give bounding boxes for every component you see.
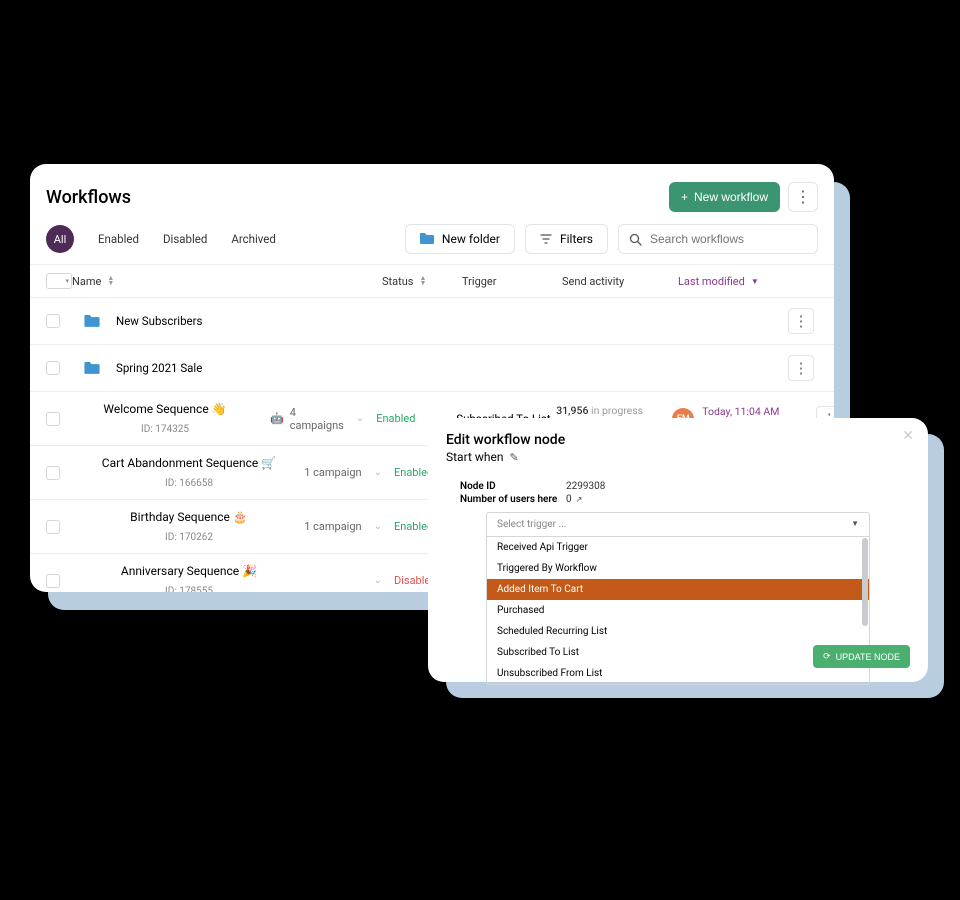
modal-title: Edit workflow node	[446, 432, 910, 448]
tab-archived[interactable]: Archived	[219, 226, 288, 252]
folder-row[interactable]: Spring 2021 Sale ⋮	[30, 345, 834, 392]
tab-enabled[interactable]: Enabled	[86, 226, 151, 252]
new-folder-label: New folder	[442, 232, 500, 246]
workflow-name: Cart Abandonment Sequence 🛒	[102, 456, 276, 470]
users-value[interactable]: 0 ↗	[566, 494, 582, 505]
folder-row[interactable]: New Subscribers ⋮	[30, 298, 834, 345]
new-workflow-button[interactable]: + New workflow	[669, 182, 780, 212]
column-modified[interactable]: Last modified ▼	[678, 275, 822, 288]
trigger-option[interactable]: Purchased	[487, 600, 869, 621]
row-checkbox[interactable]	[46, 574, 60, 588]
filter-icon	[540, 234, 552, 244]
overflow-menu-button[interactable]: ⋮	[788, 182, 818, 212]
workflow-id: ID: 174325	[141, 424, 189, 435]
folder-icon	[84, 315, 100, 328]
row-checkbox[interactable]	[46, 466, 60, 480]
workflow-name: Birthday Sequence 🎂	[130, 510, 248, 524]
column-activity: Send activity	[562, 275, 678, 288]
row-checkbox[interactable]	[46, 361, 60, 375]
select-placeholder: Select trigger ...	[497, 519, 566, 530]
column-status[interactable]: Status ▲▼	[382, 275, 462, 288]
robot-icon: 🤖	[270, 412, 284, 425]
edit-node-modal: ✕ Edit workflow node Start when ✎ Node I…	[428, 418, 928, 682]
trigger-option[interactable]: Scheduled Recurring List	[487, 621, 869, 642]
row-menu-button[interactable]: ⋮	[788, 308, 814, 334]
column-trigger: Trigger	[462, 275, 562, 288]
new-workflow-label: New workflow	[694, 190, 768, 204]
status-badge: Enabled	[376, 412, 415, 425]
folder-icon	[84, 362, 100, 375]
folder-name: Spring 2021 Sale	[116, 361, 202, 375]
chevron-down-icon: ▼	[751, 277, 759, 286]
new-folder-button[interactable]: New folder	[405, 224, 515, 254]
row-checkbox[interactable]	[46, 314, 60, 328]
page-title: Workflows	[46, 187, 131, 208]
chevron-down-icon: ▼	[851, 519, 859, 530]
search-icon	[629, 233, 642, 246]
close-icon: ✕	[902, 428, 914, 444]
sort-icon: ▲▼	[419, 276, 426, 286]
filters-label: Filters	[560, 232, 593, 246]
trigger-option[interactable]: Subscribed To List	[487, 642, 869, 663]
trigger-option[interactable]: Unsubscribed From List	[487, 663, 869, 684]
workflow-id: ID: 178555	[165, 586, 213, 592]
chevron-down-icon[interactable]: ⌄	[368, 575, 388, 586]
row-menu-button[interactable]: ⋮	[788, 355, 814, 381]
kebab-icon: ⋮	[794, 312, 809, 330]
row-checkbox[interactable]	[46, 520, 60, 534]
chevron-down-icon[interactable]: ⌄	[368, 521, 388, 532]
external-link-icon: ↗	[576, 495, 583, 504]
chevron-down-icon[interactable]: ⌄	[350, 413, 370, 424]
close-button[interactable]: ✕	[902, 428, 914, 444]
edit-icon[interactable]: ✎	[509, 451, 518, 464]
campaigns-count: 🤖 4 campaigns ⌄	[270, 406, 376, 432]
update-node-label: UPDATE NODE	[836, 652, 900, 662]
campaigns-count: 1 campaign ⌄	[294, 466, 394, 479]
tab-bar: All Enabled Disabled Archived	[46, 225, 288, 253]
tab-all[interactable]: All	[46, 225, 74, 253]
trigger-option[interactable]: Received Api Trigger	[487, 537, 869, 558]
trigger-option[interactable]: Triggered By Workflow	[487, 558, 869, 579]
row-checkbox[interactable]	[46, 412, 60, 426]
scrollbar-thumb[interactable]	[862, 538, 868, 626]
filters-button[interactable]: Filters	[525, 224, 608, 254]
column-name[interactable]: Name ▲▼	[72, 275, 282, 288]
campaigns-count: 1 campaign ⌄	[294, 520, 394, 533]
search-input[interactable]	[650, 232, 807, 246]
refresh-icon: ⟳	[823, 651, 831, 662]
kebab-icon: ⋮	[794, 359, 809, 377]
tab-disabled[interactable]: Disabled	[151, 226, 219, 252]
workflow-id: ID: 170262	[165, 532, 213, 543]
kebab-icon: ⋮	[795, 189, 811, 205]
search-box[interactable]	[618, 224, 818, 254]
folder-icon	[420, 233, 434, 245]
workflow-name: Anniversary Sequence 🎉	[121, 564, 257, 578]
update-node-button[interactable]: ⟳ UPDATE NODE	[813, 645, 910, 668]
chevron-down-icon: ▾	[65, 277, 69, 285]
plus-icon: +	[681, 190, 688, 204]
workflow-id: ID: 166658	[165, 478, 213, 489]
modal-subtitle: Start when	[446, 450, 503, 464]
chevron-down-icon[interactable]: ⌄	[368, 467, 388, 478]
trigger-option[interactable]: Added Item To Cart	[487, 579, 869, 600]
select-all-checkbox[interactable]: ▾	[46, 273, 72, 289]
folder-name: New Subscribers	[116, 314, 202, 328]
sort-icon: ▲▼	[107, 276, 114, 286]
users-label: Number of users here	[460, 494, 566, 505]
node-id-value: 2299308	[566, 481, 605, 492]
workflow-name: Welcome Sequence 👋	[103, 402, 226, 416]
node-id-label: Node ID	[460, 481, 566, 492]
campaigns-count: ⌄	[294, 575, 394, 586]
table-header: ▾ Name ▲▼ Status ▲▼ Trigger Send activit…	[30, 264, 834, 298]
